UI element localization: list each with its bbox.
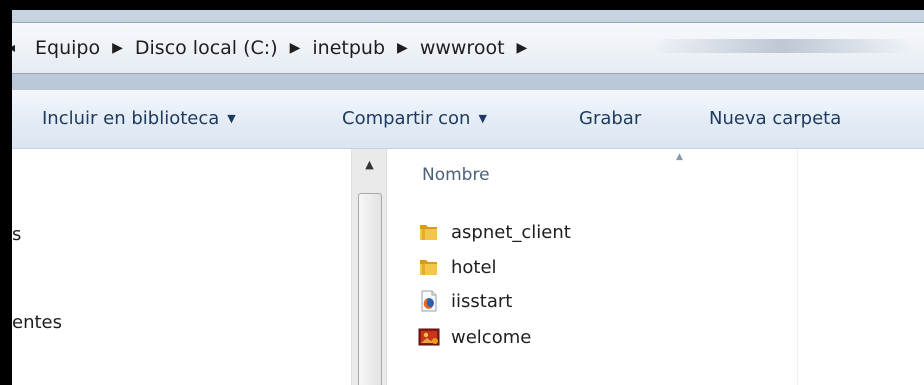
include-library-label: Incluir en biblioteca [42,107,220,129]
burn-label: Grabar [579,107,642,129]
file-item-aspnet-client[interactable]: aspnet_client [417,217,571,247]
folder-icon [417,255,441,279]
file-name: hotel [451,256,497,278]
dropdown-arrow-icon: ▼ [227,111,236,125]
breadcrumb-item-inetpub[interactable]: inetpub [310,37,387,59]
breadcrumb-item-equipo[interactable]: Equipo [33,37,102,59]
navigation-pane: s entes [12,149,351,385]
breadcrumb-overflow-arrow[interactable]: ◂ [12,40,15,56]
breadcrumb-item-wwwroot[interactable]: wwwroot [418,37,507,59]
share-with-button[interactable]: Compartir con ▼ [342,104,487,132]
file-list-pane: ▲ Nombre aspnet_client hotel iisstart we… [387,149,924,385]
new-folder-label: Nueva carpeta [709,107,842,129]
address-bar[interactable]: ◂ Equipo ▶ Disco local (C:) ▶ inetpub ▶ … [12,22,924,74]
nav-scrollbar[interactable]: ▲ [351,149,387,385]
dropdown-arrow-icon: ▼ [478,111,487,125]
scroll-thumb[interactable] [358,193,382,385]
image-file-icon [417,325,441,349]
nav-item-partial[interactable]: s [12,224,21,245]
file-name: welcome [451,326,532,348]
file-item-iisstart[interactable]: iisstart [417,286,512,316]
burn-button[interactable]: Grabar [579,104,641,132]
scroll-up-arrow-icon[interactable]: ▲ [352,149,387,179]
nav-item-partial[interactable]: entes [12,312,62,333]
column-header-name[interactable]: ▲ Nombre [387,149,798,201]
explorer-window: ◂ Equipo ▶ Disco local (C:) ▶ inetpub ▶ … [12,10,924,385]
file-item-hotel[interactable]: hotel [417,252,497,282]
new-folder-button[interactable]: Nueva carpeta [709,104,841,132]
folder-icon [417,220,441,244]
breadcrumb-arrow-icon[interactable]: ▶ [517,40,528,56]
file-item-welcome[interactable]: welcome [417,322,531,352]
share-with-label: Compartir con [342,107,471,129]
blurred-region [652,39,912,53]
column-separator[interactable] [797,149,798,385]
breadcrumb-arrow-icon[interactable]: ▶ [397,40,408,56]
firefox-html-icon [417,289,441,313]
breadcrumb-arrow-icon[interactable]: ▶ [290,40,301,56]
column-header-label: Nombre [422,165,490,185]
address-area: ◂ Equipo ▶ Disco local (C:) ▶ inetpub ▶ … [12,10,924,90]
command-toolbar: Incluir en biblioteca ▼ Compartir con ▼ … [12,90,924,149]
breadcrumb-arrow-icon[interactable]: ▶ [112,40,123,56]
file-name: aspnet_client [451,221,571,243]
breadcrumb-item-disco-local[interactable]: Disco local (C:) [133,37,280,59]
sort-ascending-icon: ▲ [676,152,683,162]
file-name: iisstart [451,290,513,312]
include-library-button[interactable]: Incluir en biblioteca ▼ [42,104,236,132]
